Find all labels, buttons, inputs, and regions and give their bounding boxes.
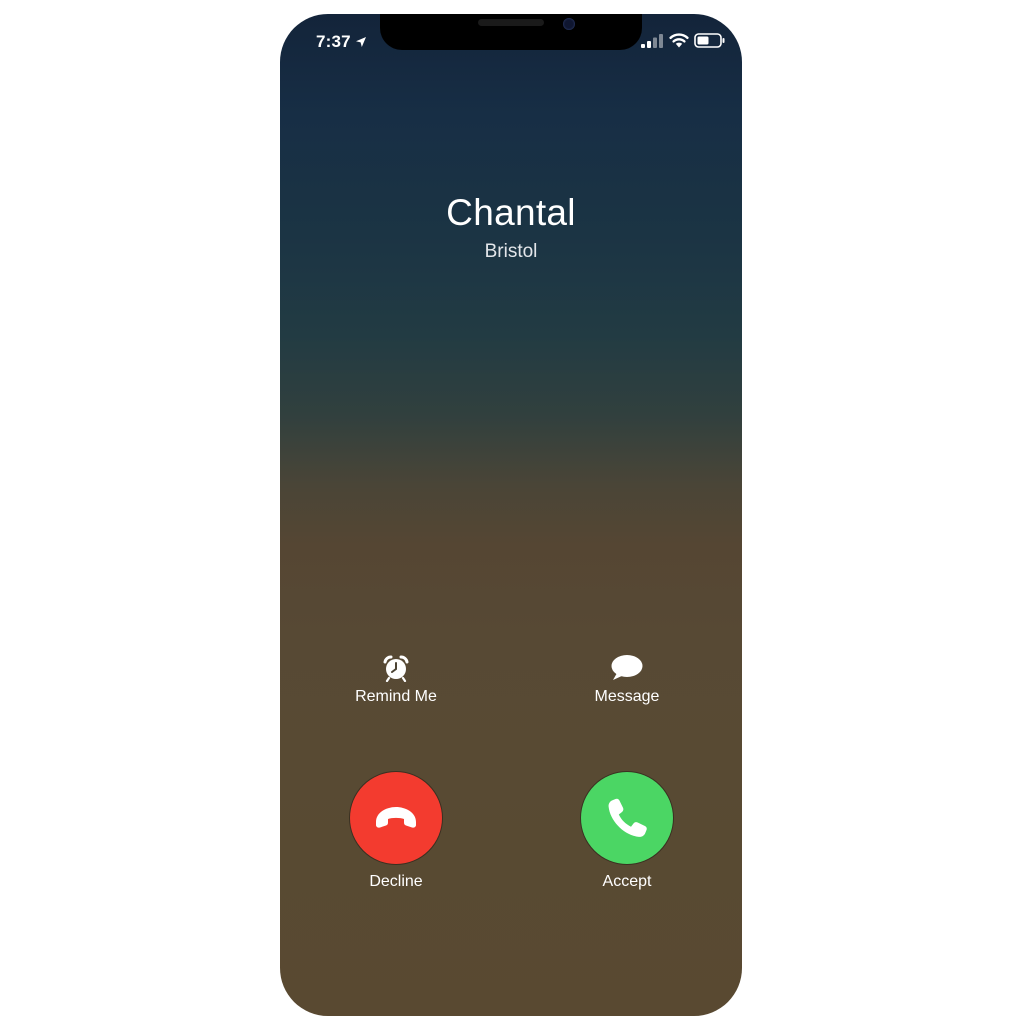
- battery-icon: [694, 33, 725, 48]
- remind-me-label: Remind Me: [355, 688, 437, 705]
- alarm-clock-icon: [383, 655, 409, 682]
- caller-name: Chantal: [446, 192, 576, 233]
- message-label: Message: [594, 688, 660, 705]
- caller-location: Bristol: [484, 241, 538, 262]
- wifi-icon: [669, 33, 689, 48]
- hang-up-icon: [376, 807, 416, 828]
- speech-bubble-icon: [611, 655, 643, 680]
- remind-me-button[interactable]: Remind Me: [326, 654, 466, 706]
- message-button[interactable]: Message: [557, 654, 697, 706]
- accept-label: Accept: [602, 873, 652, 890]
- signal-icon: [641, 34, 663, 48]
- decline-label: Decline: [369, 873, 423, 890]
- accept-button[interactable]: [581, 772, 673, 864]
- location-arrow-icon: [356, 37, 366, 47]
- decline-button[interactable]: [350, 772, 442, 864]
- notch: [380, 14, 642, 50]
- speaker-grille: [478, 19, 544, 26]
- phone-icon: [608, 798, 647, 837]
- phone-screen: 7:37 Chantal Bristol Remind Me Message D…: [280, 14, 742, 1016]
- status-time: 7:37: [316, 32, 351, 51]
- front-camera: [563, 18, 575, 30]
